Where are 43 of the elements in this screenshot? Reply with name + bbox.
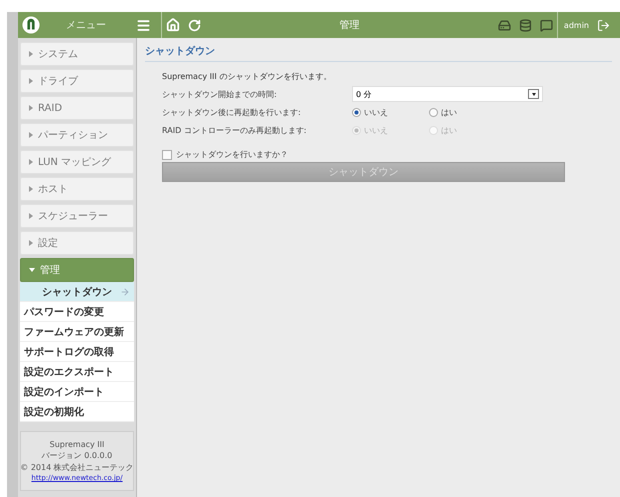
arrow-icon: [120, 286, 130, 296]
caret-icon: [29, 105, 33, 111]
field-label: シャットダウン開始までの時間:: [162, 88, 278, 100]
page-title: 管理: [338, 19, 360, 32]
radio-option[interactable]: はい: [429, 106, 506, 118]
confirm-checkbox[interactable]: シャットダウンを行いますか？: [162, 149, 565, 160]
sidebar-item[interactable]: ドライブ: [20, 69, 134, 93]
caret-icon: [29, 186, 33, 192]
home-icon[interactable]: [166, 18, 180, 32]
logout-icon[interactable]: [597, 18, 610, 32]
drive-icon[interactable]: [498, 18, 511, 32]
field-label: RAID コントローラーのみ再起動します:: [162, 124, 308, 136]
sidebar-item[interactable]: スケジューラー: [20, 204, 134, 228]
section-heading: シャットダウン: [145, 44, 612, 62]
copyright-text: © 2014 株式会社ニューテック: [20, 462, 134, 473]
time-select[interactable]: 0 分: [352, 86, 543, 102]
caret-icon: [29, 159, 33, 165]
message-icon[interactable]: [540, 18, 553, 32]
submenu-item[interactable]: シャットダウン: [20, 282, 134, 302]
field-label: シャットダウン後に再起動を行います:: [162, 106, 302, 118]
sidebar-item[interactable]: システム: [20, 42, 134, 66]
caret-icon: [29, 268, 35, 272]
caret-icon: [29, 213, 33, 219]
product-name: Supremacy III: [50, 440, 104, 449]
database-icon[interactable]: [518, 18, 532, 32]
sidebar-item[interactable]: ホスト: [20, 177, 134, 201]
sidebar-item[interactable]: パーティション: [20, 123, 134, 147]
version-text: バージョン 0.0.0.0: [42, 450, 112, 461]
menu-icon[interactable]: [136, 18, 151, 32]
caret-icon: [29, 132, 33, 138]
sidebar-item[interactable]: RAID: [20, 96, 134, 120]
menu-label: メニュー: [65, 19, 107, 32]
refresh-icon[interactable]: [188, 18, 201, 32]
dropdown-icon: [528, 89, 539, 99]
user-name: admin: [564, 20, 589, 30]
caret-icon: [29, 51, 33, 57]
intro-text: Supremacy III のシャットダウンを行います。: [162, 71, 332, 83]
caret-icon: [29, 78, 33, 84]
sidebar-item[interactable]: LUN マッピング: [20, 150, 134, 174]
radio-option[interactable]: いいえ: [352, 106, 429, 118]
logo-icon: [22, 16, 40, 34]
sidebar-item[interactable]: 設定: [20, 231, 134, 255]
caret-icon: [29, 240, 33, 246]
